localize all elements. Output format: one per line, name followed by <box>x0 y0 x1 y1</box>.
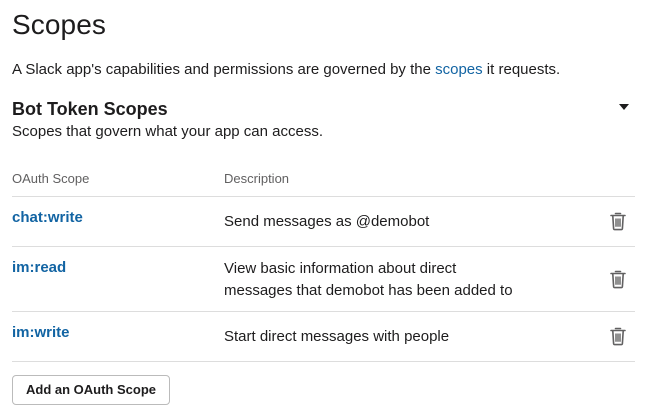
trash-icon[interactable] <box>609 269 627 289</box>
table-row: im:read View basic information about dir… <box>12 247 635 312</box>
scope-description: View basic information about direct mess… <box>224 258 554 302</box>
scope-link-im-read[interactable]: im:read <box>12 258 66 278</box>
table-row: im:write Start direct messages with peop… <box>12 312 635 362</box>
table-row: chat:write Send messages as @demobot <box>12 197 635 247</box>
table-header: OAuth Scope Description <box>12 160 635 197</box>
scope-description-line: View basic information about direct <box>224 260 457 277</box>
add-oauth-scope-button[interactable]: Add an OAuth Scope <box>12 375 170 405</box>
caret-down-icon[interactable] <box>619 104 629 110</box>
scope-link-chat-write[interactable]: chat:write <box>12 208 83 228</box>
trash-icon[interactable] <box>609 211 627 231</box>
column-header-oauth-scope: OAuth Scope <box>12 171 90 186</box>
trash-icon[interactable] <box>609 326 627 346</box>
column-header-description: Description <box>224 171 290 186</box>
page-title: Scopes <box>12 9 106 40</box>
intro-text-end: it requests. <box>482 61 561 78</box>
scope-description: Send messages as @demobot <box>224 213 430 230</box>
section-subtitle: Scopes that govern what your app can acc… <box>12 123 324 140</box>
intro-text: A Slack app's capabilities and permissio… <box>12 60 560 80</box>
scope-link-im-write[interactable]: im:write <box>12 323 70 343</box>
intro-text-start: A Slack app's capabilities and permissio… <box>12 61 436 78</box>
scopes-link[interactable]: scopes <box>435 61 483 78</box>
scopes-table: OAuth Scope Description chat:write Send … <box>12 160 635 362</box>
scope-description-line: messages that demobot has been added to <box>224 282 513 299</box>
section-title: Bot Token Scopes <box>12 99 168 119</box>
scope-description: Start direct messages with people <box>224 328 450 345</box>
